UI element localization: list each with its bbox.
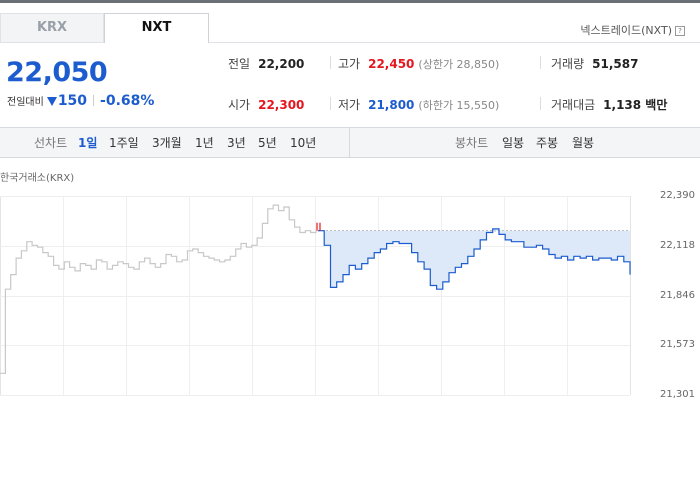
- chart-period-bar: 선차트 1일 1주일 3개월 1년 3년 5년 10년 봉차트 일봉 주봉 월봉: [0, 128, 700, 158]
- y-tick-label: 22,390: [660, 189, 695, 201]
- session-start-marker: [316, 222, 321, 231]
- stat-value: 22,300: [258, 98, 305, 112]
- top-border: [0, 0, 700, 3]
- stat-value: 1,138 백만: [603, 98, 668, 112]
- nxt-info-link[interactable]: 넥스트레이드(NXT)?: [580, 22, 685, 38]
- change-percent: -0.68%: [100, 93, 155, 109]
- column-divider: [540, 56, 541, 69]
- y-tick-label: 21,846: [660, 289, 695, 301]
- stat-volume: 거래량 51,587: [551, 55, 638, 72]
- stat-label: 거래량: [551, 57, 585, 71]
- column-divider: [540, 97, 541, 110]
- period-1w[interactable]: 1주일: [109, 128, 139, 158]
- y-tick-label: 22,118: [660, 239, 695, 251]
- stat-value: 51,587: [592, 57, 639, 71]
- column-divider: [330, 56, 331, 69]
- stat-label: 시가: [228, 98, 251, 112]
- candle-monthly[interactable]: 월봉: [572, 128, 594, 158]
- stat-value: 22,200: [258, 57, 305, 71]
- period-3y[interactable]: 3년: [227, 128, 246, 158]
- chart-title: 한국거래소(KRX): [0, 173, 75, 184]
- current-price: 22,050: [6, 57, 108, 88]
- stat-trade-value: 거래대금 1,138 백만: [551, 96, 667, 113]
- stat-high: 고가 22,450 (상한가 28,850): [338, 55, 499, 72]
- stat-label: 전일: [228, 57, 251, 71]
- change-row: 전일대비 150 -0.68%: [7, 93, 154, 109]
- period-1y[interactable]: 1년: [195, 128, 214, 158]
- change-label: 전일대비: [7, 97, 44, 108]
- period-bar-divider: [349, 128, 350, 158]
- stat-prev-close: 전일 22,200: [228, 55, 304, 72]
- price-chart: [0, 196, 631, 396]
- change-amount: 150: [57, 93, 88, 109]
- divider: [93, 95, 95, 106]
- candle-daily[interactable]: 일봉: [502, 128, 524, 158]
- candle-weekly[interactable]: 주봉: [536, 128, 558, 158]
- lower-limit-note: (하한가 15,550): [418, 99, 500, 112]
- column-divider: [330, 97, 331, 110]
- stat-value: 21,800: [368, 98, 415, 112]
- stat-label: 거래대금: [551, 98, 596, 112]
- upper-limit-note: (상한가 28,850): [418, 58, 500, 71]
- period-10y[interactable]: 10년: [290, 128, 316, 158]
- stat-open: 시가 22,300: [228, 96, 304, 113]
- candle-chart-label: 봉차트: [455, 136, 489, 150]
- nxt-area-fill: [318, 228, 630, 290]
- tabs-divider: [209, 42, 700, 43]
- period-3m[interactable]: 3개월: [152, 128, 182, 158]
- nxt-link-label: 넥스트레이드(NXT): [580, 24, 672, 37]
- y-tick-label: 21,573: [660, 338, 695, 350]
- line-chart-label: 선차트: [34, 136, 68, 150]
- period-5y[interactable]: 5년: [258, 128, 277, 158]
- stat-label: 저가: [338, 98, 361, 112]
- period-1d[interactable]: 1일: [78, 128, 97, 158]
- down-triangle-icon: [46, 97, 57, 106]
- tab-krx[interactable]: KRX: [0, 13, 104, 43]
- help-icon[interactable]: ?: [675, 26, 685, 36]
- tab-nxt[interactable]: NXT: [104, 13, 209, 43]
- stat-low: 저가 21,800 (하한가 15,550): [338, 96, 499, 113]
- stat-value: 22,450: [368, 57, 415, 71]
- stat-label: 고가: [338, 57, 361, 71]
- y-tick-label: 21,301: [660, 388, 695, 400]
- krx-series-line: [0, 204, 317, 374]
